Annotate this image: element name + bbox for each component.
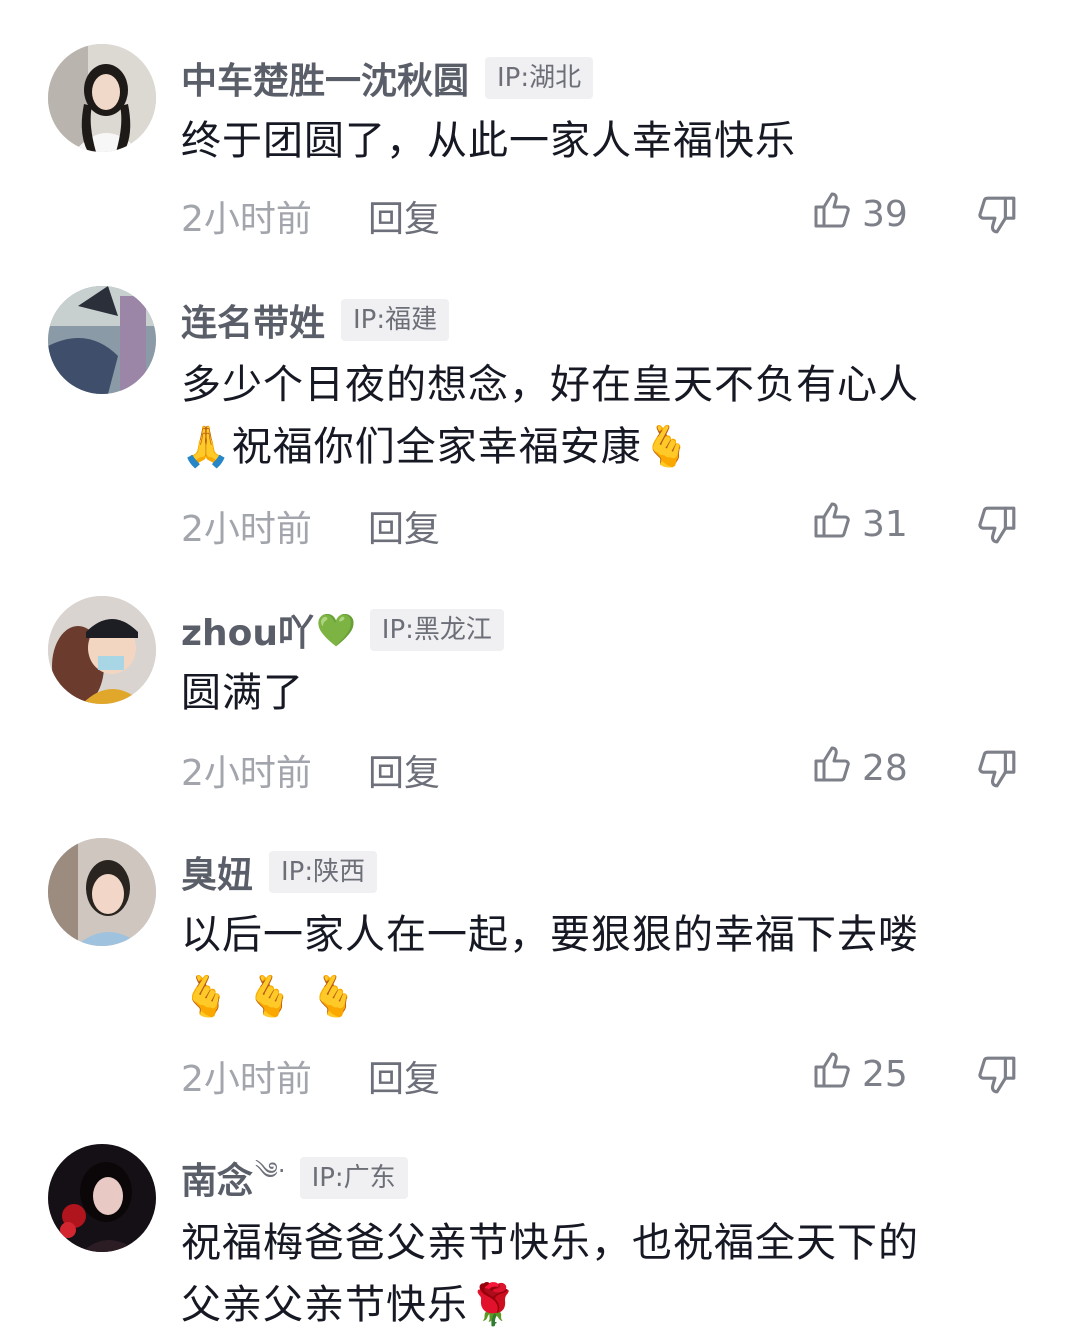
comment-line: 🙏祝福你们全家幸福安康🫰: [181, 424, 693, 470]
user-avatar[interactable]: [48, 1144, 156, 1252]
thumbs-up-icon: [812, 744, 862, 793]
user-avatar[interactable]: [48, 838, 156, 946]
username[interactable]: zhou吖: [181, 604, 314, 656]
like-count: 25: [862, 1054, 908, 1095]
comment-line: 终于团圆了，从此一家人幸福快乐: [181, 118, 796, 164]
ip-location-badge: IP:福建: [341, 299, 450, 341]
username[interactable]: 南念: [181, 1152, 253, 1204]
like-count: 31: [862, 504, 908, 545]
dislike-button[interactable]: [976, 504, 1018, 546]
reply-button[interactable]: 回复: [368, 190, 440, 242]
comment-line: 圆满了: [181, 670, 304, 716]
ip-location-badge: IP:广东: [299, 1157, 408, 1199]
thumbs-up-icon: [812, 500, 862, 549]
like-button[interactable]: 31: [812, 500, 908, 549]
comment-time: 2小时前: [181, 199, 312, 240]
dislike-button[interactable]: [976, 1054, 1018, 1096]
user-avatar[interactable]: [48, 44, 156, 152]
like-count: 28: [862, 748, 908, 789]
comment-time: 2小时前: [181, 509, 312, 550]
comment-text: 终于团圆了，从此一家人幸福快乐: [181, 110, 1011, 172]
username-emoji: 💚: [315, 611, 356, 649]
thumbs-down-icon: [976, 1054, 1018, 1096]
comment-line: 祝福梅爸爸父亲节快乐，也祝福全天下的: [181, 1220, 919, 1266]
comment-line: 🫰🫰🫰: [181, 974, 373, 1020]
username-emoji: ༄·: [255, 1156, 286, 1185]
thumbs-down-icon: [976, 748, 1018, 790]
comment-line: 以后一家人在一起，要狠狠的幸福下去喽: [181, 912, 919, 958]
dislike-button[interactable]: [976, 194, 1018, 236]
comment-text: 以后一家人在一起，要狠狠的幸福下去喽 🫰🫰🫰: [181, 904, 1011, 1028]
like-count: 39: [862, 194, 908, 235]
comment-text: 祝福梅爸爸父亲节快乐，也祝福全天下的 父亲父亲节快乐🌹: [181, 1212, 1011, 1336]
reply-button[interactable]: 回复: [368, 744, 440, 796]
username[interactable]: 中车楚胜一沈秋圆: [181, 52, 469, 104]
thumbs-up-icon: [812, 190, 862, 239]
username[interactable]: 臭妞: [181, 846, 253, 898]
reply-button[interactable]: 回复: [368, 500, 440, 552]
thumbs-down-icon: [976, 194, 1018, 236]
ip-location-badge: IP:黑龙江: [369, 609, 504, 651]
comment-line: 多少个日夜的想念，好在皇天不负有心人: [181, 362, 919, 408]
comment-text: 多少个日夜的想念，好在皇天不负有心人 🙏祝福你们全家幸福安康🫰: [181, 354, 1011, 478]
dislike-button[interactable]: [976, 748, 1018, 790]
comment-time: 2小时前: [181, 753, 312, 794]
user-avatar[interactable]: [48, 286, 156, 394]
thumbs-down-icon: [976, 504, 1018, 546]
comment-text: 圆满了: [181, 662, 1011, 724]
username[interactable]: 连名带姓: [181, 294, 325, 346]
ip-location-badge: IP:湖北: [485, 57, 594, 99]
like-button[interactable]: 25: [812, 1050, 908, 1099]
thumbs-up-icon: [812, 1050, 862, 1099]
reply-button[interactable]: 回复: [368, 1050, 440, 1102]
comment-time: 2小时前: [181, 1059, 312, 1100]
like-button[interactable]: 28: [812, 744, 908, 793]
ip-location-badge: IP:陕西: [269, 851, 378, 893]
like-button[interactable]: 39: [812, 190, 908, 239]
comment-line: 父亲父亲节快乐🌹: [181, 1282, 519, 1328]
user-avatar[interactable]: [48, 596, 156, 704]
